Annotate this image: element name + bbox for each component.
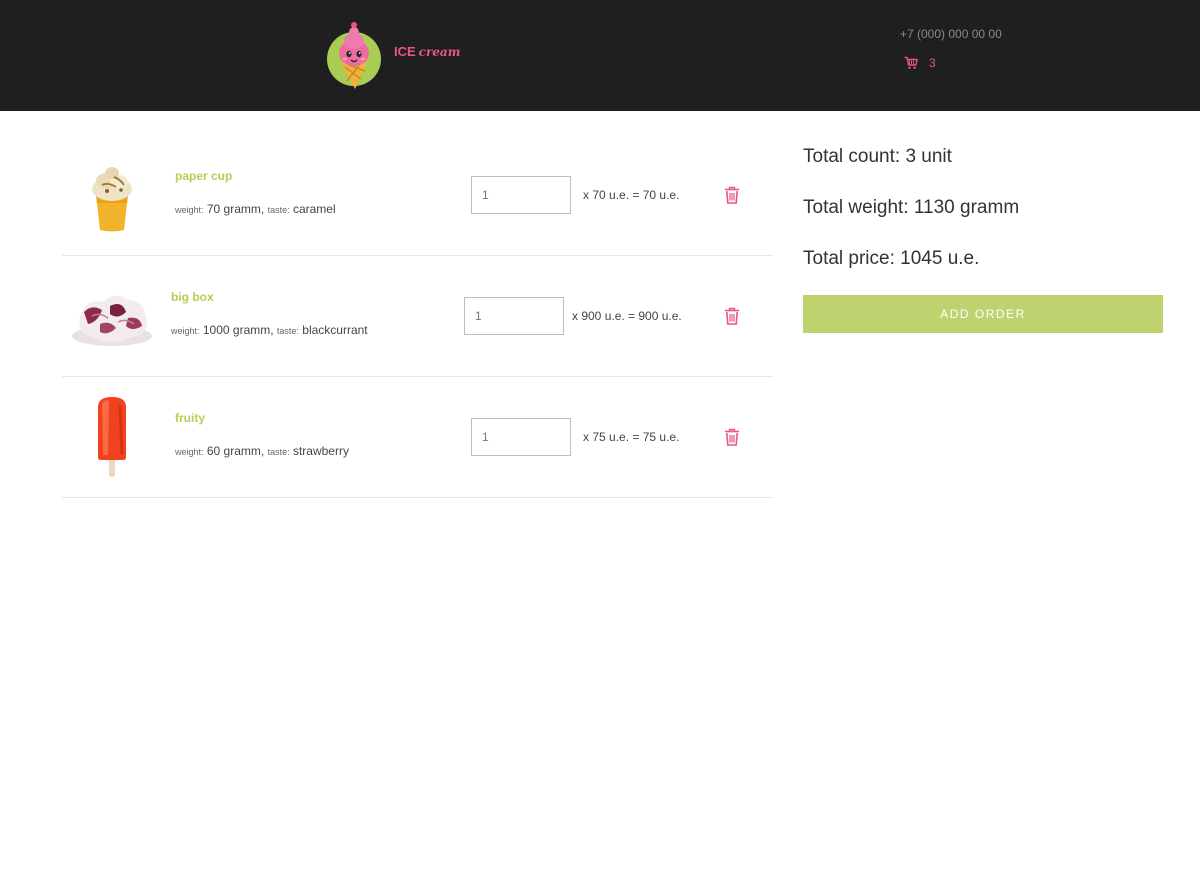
item-details: weight: 60 gramm, taste: strawberry (175, 444, 349, 458)
item-weight: 60 gramm, (206, 444, 265, 458)
shopping-cart-icon (904, 56, 918, 69)
order-summary: Total count: 3 unit Total weight: 1130 g… (803, 145, 1163, 333)
logo-link[interactable]: ICE cream (325, 19, 460, 91)
phone-number: +7 (000) 000 00 00 (900, 27, 1002, 41)
quantity-input[interactable] (471, 176, 571, 214)
taste-label: taste: (267, 205, 290, 215)
item-weight: 1000 gramm, (202, 323, 274, 337)
item-details: weight: 1000 gramm, taste: blackcurrant (171, 323, 368, 337)
item-name-link[interactable]: paper cup (175, 169, 232, 183)
total-count: Total count: 3 unit (803, 146, 952, 167)
item-weight: 70 gramm, (206, 202, 265, 216)
total-weight: Total weight: 1130 gramm (803, 197, 1020, 218)
item-price-line: x 75 u.e. = 75 u.e. (583, 430, 680, 444)
logo-cream-text: cream (418, 45, 461, 59)
item-price-line: x 900 u.e. = 900 u.e. (572, 309, 682, 323)
cart-count: 3 (929, 56, 936, 70)
quantity-input[interactable] (471, 418, 571, 456)
trash-icon[interactable] (724, 307, 740, 325)
cart-item: big box weight: 1000 gramm, taste: black… (62, 256, 773, 377)
item-details: weight: 70 gramm, taste: caramel (175, 202, 336, 216)
item-price-line: x 70 u.e. = 70 u.e. (583, 188, 680, 202)
taste-label: taste: (267, 447, 290, 457)
item-name-link[interactable]: fruity (175, 411, 205, 425)
taste-label: taste: (276, 326, 299, 336)
item-taste: caramel (292, 202, 336, 216)
popsicle-image (98, 397, 126, 477)
total-price: Total price: 1045 u.e. (803, 248, 980, 269)
item-taste: strawberry (292, 444, 349, 458)
logo-ice-text: ICE (394, 44, 416, 59)
logo-text: ICE cream (394, 44, 460, 59)
add-order-button[interactable]: ADD ORDER (803, 295, 1163, 333)
ice-cream-logo-icon (327, 22, 381, 89)
item-name-link[interactable]: big box (171, 290, 214, 304)
weight-label: weight: (175, 205, 204, 215)
weight-label: weight: (171, 326, 200, 336)
cart-link[interactable]: 3 (904, 56, 936, 70)
cart-item: fruity weight: 60 gramm, taste: strawber… (62, 377, 773, 498)
cart-item: paper cup weight: 70 gramm, taste: caram… (62, 135, 773, 256)
cart-item-list: paper cup weight: 70 gramm, taste: caram… (62, 135, 773, 498)
weight-label: weight: (175, 447, 204, 457)
ice-cream-paper-cup-image (92, 167, 132, 232)
quantity-input[interactable] (464, 297, 564, 335)
trash-icon[interactable] (724, 428, 740, 446)
item-taste: blackcurrant (302, 323, 368, 337)
ice-cream-big-box-image (72, 295, 152, 346)
trash-icon[interactable] (724, 186, 740, 204)
site-header: ICE cream +7 (000) 000 00 00 3 (0, 0, 1200, 111)
